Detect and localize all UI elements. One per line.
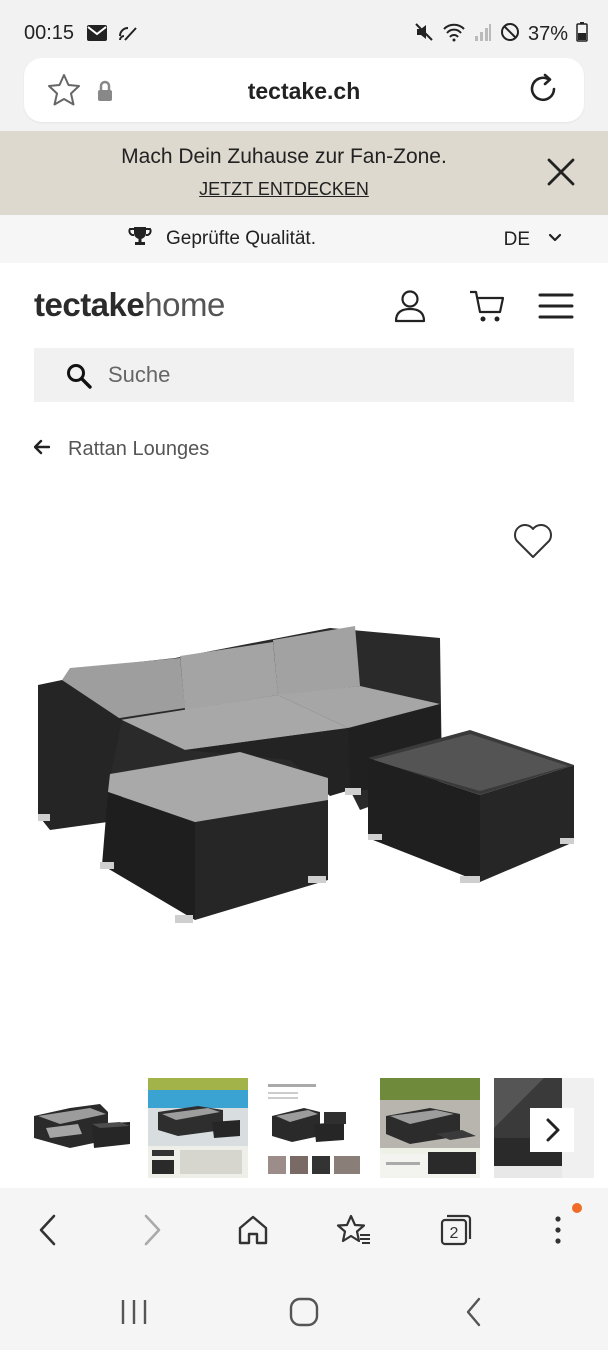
promo-banner: Mach Dein Zuhause zur Fan-Zone. JETZT EN… [0,131,608,215]
wifi-icon [442,22,466,47]
close-icon[interactable] [544,155,578,189]
cart-icon[interactable] [468,288,506,329]
android-navigation-bar [0,1270,608,1350]
breadcrumb[interactable]: Rattan Lounges [33,438,209,461]
menu-icon[interactable] [538,292,574,325]
breadcrumb-label[interactable]: Rattan Lounges [68,438,209,461]
promo-link[interactable]: JETZT ENTDECKEN [0,179,568,200]
heart-icon[interactable] [512,522,554,565]
product-image[interactable] [30,600,578,940]
trophy-icon [128,225,152,252]
thumbnail-strip [30,1078,594,1180]
mail-icon [86,24,108,47]
user-icon[interactable] [392,288,428,329]
status-bar: 00:15 37% [0,0,608,64]
logo-bold-text: tectake [34,286,145,323]
bookmarks-icon[interactable] [332,1208,376,1252]
chevron-down-icon[interactable] [548,231,562,250]
status-time: 00:15 [24,22,75,44]
tabs-icon[interactable]: 2 [434,1208,478,1252]
forward-icon[interactable] [130,1208,174,1252]
quality-text: Geprüfte Qualität. [166,227,316,249]
android-back-icon[interactable] [452,1290,496,1334]
thumbnail-1[interactable] [30,1078,130,1178]
recents-icon[interactable] [112,1290,156,1334]
thumbnail-2[interactable] [148,1078,248,1178]
arrow-left-icon[interactable] [33,439,51,460]
quality-bar: Geprüfte Qualität. DE [0,215,608,263]
search-bar[interactable] [34,348,574,402]
promo-text: Mach Dein Zuhause zur Fan-Zone. [121,145,447,168]
reload-icon[interactable] [526,72,560,111]
thumbnail-4[interactable] [380,1078,480,1178]
mute-icon [414,22,434,47]
search-icon[interactable] [66,363,92,394]
signal-icon [474,22,492,47]
site-logo[interactable]: tectakehome [34,286,225,324]
dnd-icon [500,22,520,47]
thumbnail-3[interactable] [264,1078,364,1178]
url-text[interactable]: tectake.ch [24,78,584,105]
tab-count: 2 [450,1225,459,1242]
logo-light-text: home [144,286,225,323]
cast-icon [118,24,138,47]
browser-toolbar: 2 [0,1188,608,1270]
notification-dot [572,1203,582,1213]
address-bar[interactable]: tectake.ch [24,58,584,122]
search-input[interactable] [108,348,548,402]
battery-icon [576,22,588,47]
home-icon[interactable] [231,1208,275,1252]
chevron-right-icon[interactable] [530,1108,574,1152]
language-selector[interactable]: DE [504,229,530,251]
more-icon[interactable] [536,1208,580,1252]
back-icon[interactable] [26,1208,70,1252]
android-home-icon[interactable] [282,1290,326,1334]
battery-level: 37% [527,23,568,45]
